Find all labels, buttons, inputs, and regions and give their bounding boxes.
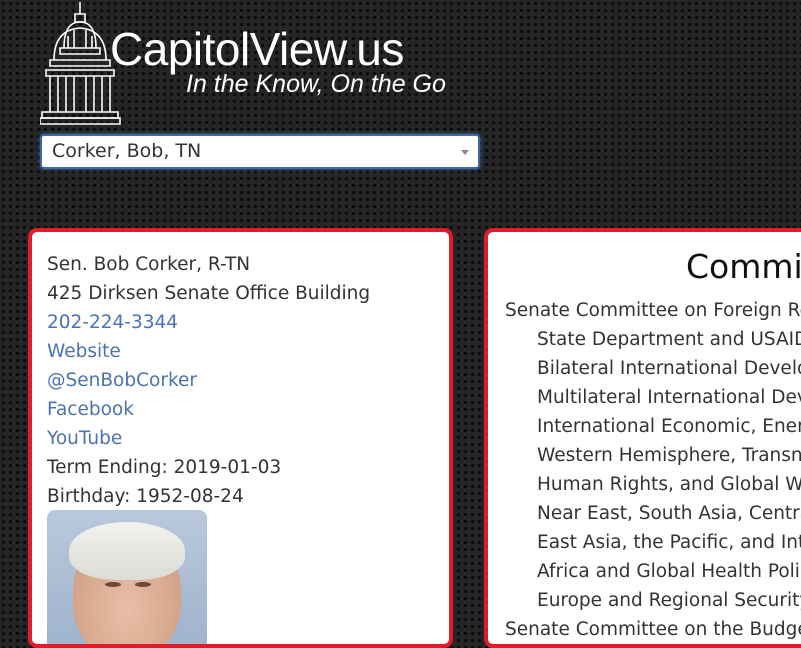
twitter-link[interactable]: @SenBobCorker — [47, 366, 370, 395]
legislator-select[interactable]: Corker, Bob, TN — [40, 134, 480, 169]
site-tagline: In the Know, On the Go — [186, 70, 446, 98]
phone-link[interactable]: 202-224-3344 — [47, 308, 370, 337]
committee-list: Senate Committee on Foreign Relations Sta… — [505, 296, 801, 644]
subcommittee-item: International Economic, Energy — [537, 416, 801, 437]
subcommittee-item: East Asia, the Pacific, and Internationa… — [537, 532, 801, 553]
legislator-name: Sen. Bob Corker, R-TN — [47, 254, 251, 275]
website-link[interactable]: Website — [47, 337, 370, 366]
committees-title: Committees — [686, 247, 801, 286]
committee-item: Senate Committee on Foreign Relations — [505, 300, 801, 321]
site-brand: CapitolView.us — [110, 23, 404, 75]
birthday: Birthday: 1952-08-24 — [47, 486, 244, 507]
profile-info: Sen. Bob Corker, R-TN 425 Dirksen Senate… — [47, 250, 370, 511]
subcommittee-item: Human Rights, and Global Women's — [537, 474, 801, 495]
subcommittee-item: Western Hemisphere, Transnational — [537, 445, 801, 466]
office-address: 425 Dirksen Senate Office Building — [47, 283, 371, 304]
subcommittee-item: Near East, South Asia, Central Asia — [537, 503, 801, 524]
profile-card: Sen. Bob Corker, R-TN 425 Dirksen Senate… — [28, 228, 453, 648]
term-ending: Term Ending: 2019-01-03 — [47, 457, 282, 478]
chevron-down-icon — [461, 150, 469, 155]
subcommittee-item: Africa and Global Health Policy — [537, 561, 801, 582]
legislator-select-value: Corker, Bob, TN — [52, 140, 202, 162]
youtube-link[interactable]: YouTube — [47, 424, 370, 453]
facebook-link[interactable]: Facebook — [47, 395, 370, 424]
subcommittee-item: Europe and Regional Security Cooperation — [537, 590, 801, 611]
committees-card: Committees Senate Committee on Foreign R… — [484, 228, 801, 648]
subcommittee-item: State Department and USAID Management — [537, 329, 801, 350]
subcommittee-item: Multilateral International Development — [537, 387, 801, 408]
legislator-photo — [47, 510, 207, 644]
subcommittee-item: Bilateral International Development — [537, 358, 801, 379]
committee-item: Senate Committee on the Budget — [505, 619, 801, 640]
